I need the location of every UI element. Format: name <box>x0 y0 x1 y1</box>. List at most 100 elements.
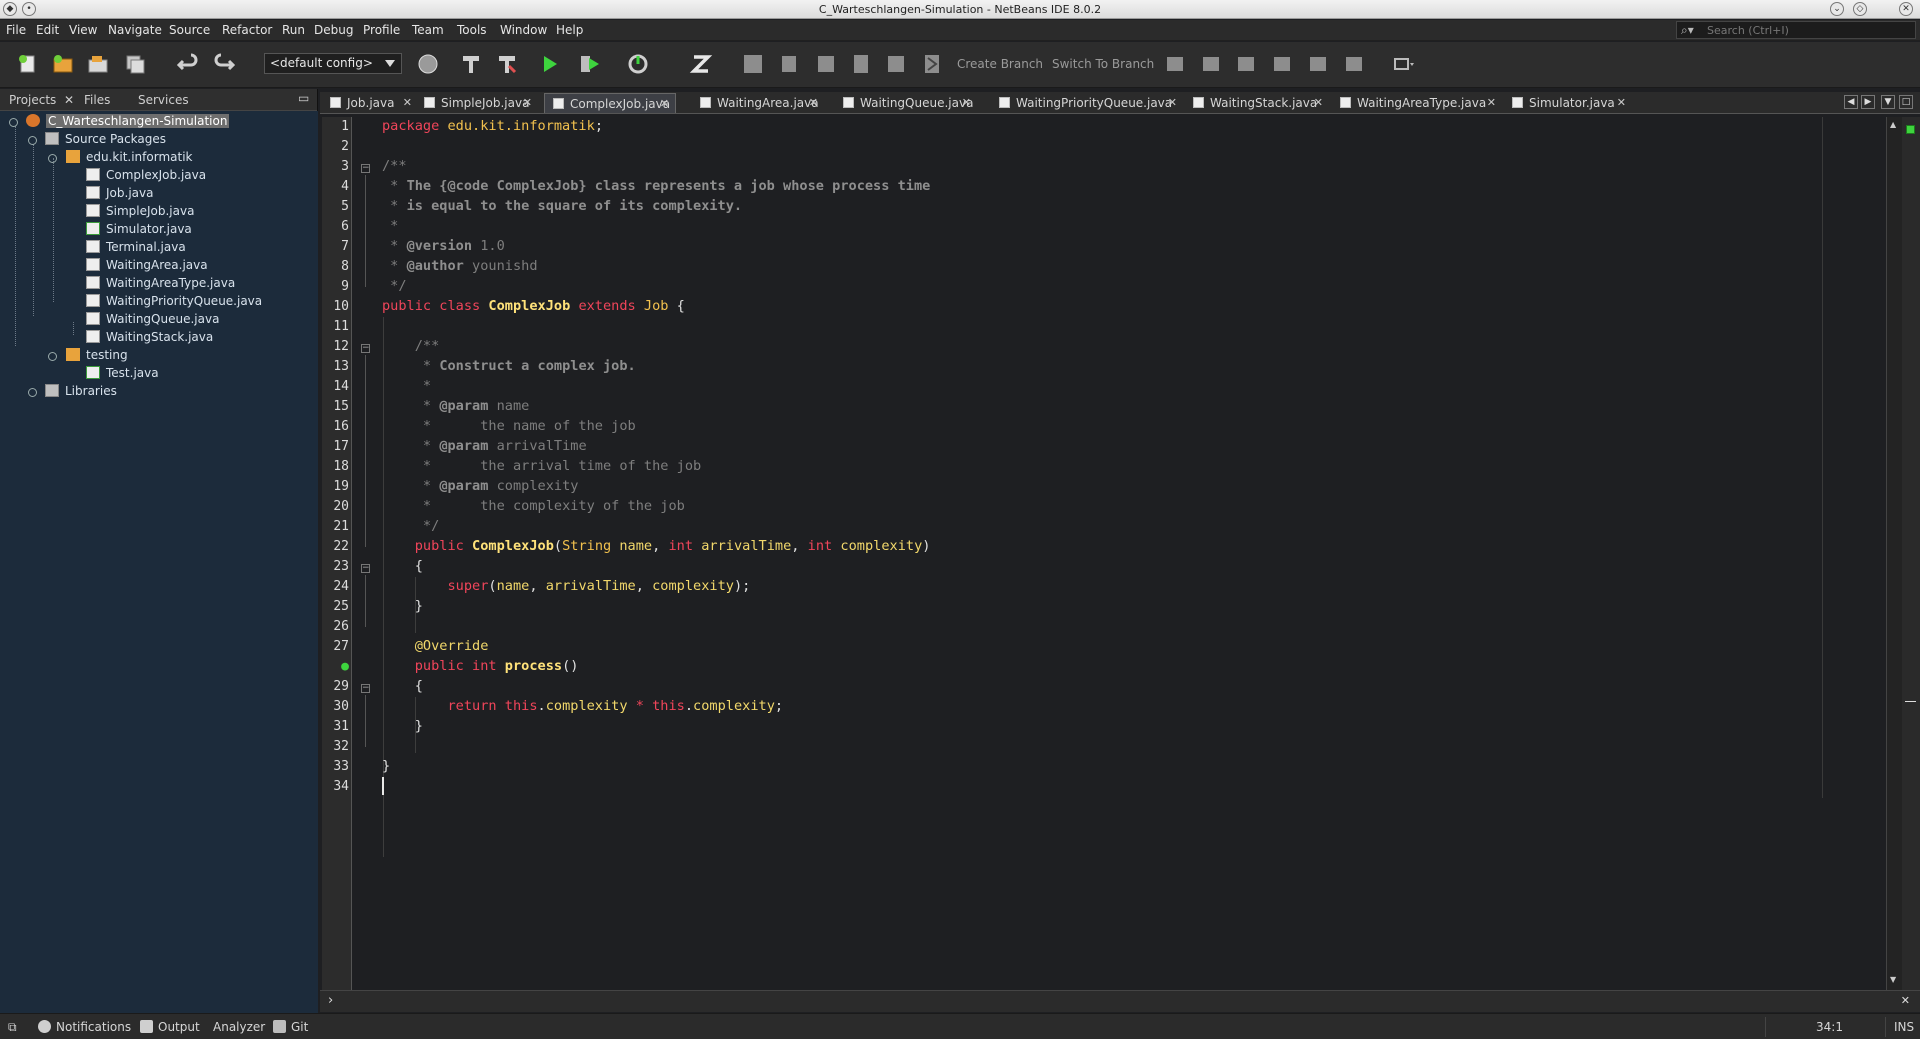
menu-file[interactable]: File <box>6 23 26 39</box>
maximize-editor-icon[interactable]: □ <box>1899 95 1913 109</box>
code-editor[interactable]: package edu.kit.informatik; /** * The {@… <box>374 117 1884 990</box>
menu-help[interactable]: Help <box>556 23 583 39</box>
menu-refactor[interactable]: Refactor <box>222 23 272 39</box>
new-project-icon[interactable] <box>51 52 75 76</box>
tree-file[interactable]: WaitingArea.java <box>86 258 208 276</box>
scroll-tabs-right-icon[interactable]: ▶ <box>1861 95 1875 109</box>
expander-source-packages[interactable] <box>28 136 37 145</box>
editor-tab[interactable]: WaitingArea.java ✕ <box>700 93 824 113</box>
tree-root-project[interactable]: C_Warteschlangen-Simulation <box>26 114 230 132</box>
tree-file[interactable]: WaitingPriorityQueue.java <box>86 294 262 312</box>
run-icon[interactable] <box>538 52 562 76</box>
tree-file[interactable]: Job.java <box>86 186 153 204</box>
analyzer-button[interactable]: Analyzer <box>213 1020 265 1034</box>
close-window-button[interactable]: ✕ <box>1899 2 1913 16</box>
git-branch-icon[interactable] <box>920 52 944 76</box>
expander-libraries[interactable] <box>28 388 37 397</box>
new-file-icon[interactable] <box>16 52 40 76</box>
undo-icon[interactable] <box>176 52 200 76</box>
vertical-scrollbar[interactable]: ▲ ▼ <box>1886 117 1902 990</box>
debug-icon[interactable] <box>578 52 602 76</box>
expander-package[interactable] <box>48 154 57 163</box>
close-tab-icon[interactable]: ✕ <box>1314 96 1323 109</box>
tree-libraries[interactable]: Libraries <box>45 384 117 402</box>
output-button[interactable]: Output <box>140 1020 200 1034</box>
close-tab-icon[interactable]: ✕ <box>809 96 818 109</box>
close-tab-icon[interactable]: ✕ <box>523 96 532 109</box>
scroll-tabs-left-icon[interactable]: ◀ <box>1844 95 1858 109</box>
clean-build-icon[interactable] <box>495 52 519 76</box>
menu-debug[interactable]: Debug <box>314 23 353 39</box>
git-reset-icon[interactable] <box>1342 52 1366 76</box>
tree-package-testing[interactable]: testing <box>66 348 128 366</box>
menu-run[interactable]: Run <box>282 23 305 39</box>
menu-navigate[interactable]: Navigate <box>108 23 162 39</box>
close-tab-icon[interactable]: ✕ <box>660 97 669 110</box>
build-hammer-icon[interactable] <box>459 52 483 76</box>
editor-tab-active[interactable]: ComplexJob.java ✕ <box>544 93 676 113</box>
menu-window[interactable]: Window <box>500 23 547 39</box>
menu-edit[interactable]: Edit <box>36 23 59 39</box>
browser-globe-icon[interactable] <box>416 52 440 76</box>
expander-root[interactable] <box>9 118 18 127</box>
tree-file[interactable]: WaitingQueue.java <box>86 312 219 330</box>
scroll-up-icon[interactable]: ▲ <box>1890 120 1896 129</box>
menu-view[interactable]: View <box>69 23 97 39</box>
close-output-icon[interactable]: ✕ <box>1901 994 1910 1007</box>
open-project-icon[interactable] <box>86 52 110 76</box>
switch-branch-button[interactable]: Switch To Branch <box>1052 57 1154 71</box>
screenshot-icon[interactable] <box>1392 52 1416 76</box>
close-tab-icon[interactable]: ✕ <box>403 96 412 109</box>
tree-package-informatik[interactable]: edu.kit.informatik <box>66 150 192 168</box>
editor-tab[interactable]: SimpleJob.java ✕ <box>424 93 538 113</box>
git-push-icon[interactable] <box>1199 52 1223 76</box>
close-tab-icon[interactable]: ✕ <box>1168 96 1177 109</box>
editor-tab[interactable]: Job.java ✕ <box>330 93 418 113</box>
tab-projects[interactable]: Projects <box>9 93 56 107</box>
git-merge-icon[interactable] <box>1163 52 1187 76</box>
minimize-panel-icon[interactable]: ▭ <box>298 91 309 105</box>
tab-list-icon[interactable]: ▼ <box>1881 95 1895 109</box>
git-pull-icon[interactable] <box>884 52 908 76</box>
tree-source-packages[interactable]: Source Packages <box>45 132 166 150</box>
fold-toggle-icon[interactable]: − <box>361 164 370 173</box>
editor-tab[interactable]: WaitingQueue.java ✕ <box>843 93 977 113</box>
notifications-button[interactable]: Notifications <box>38 1020 131 1034</box>
error-stripe[interactable] <box>1902 117 1920 990</box>
minimize-button[interactable]: ⌄ <box>1830 2 1844 16</box>
zend-icon[interactable] <box>689 52 713 76</box>
config-select[interactable]: <default config> <box>264 53 402 74</box>
git-stash-icon[interactable] <box>1270 52 1294 76</box>
git-remote-icon[interactable] <box>1306 52 1330 76</box>
tab-files[interactable]: Files <box>84 93 110 107</box>
editor-tab[interactable]: WaitingAreaType.java ✕ <box>1340 93 1502 113</box>
git-commit-icon[interactable] <box>741 52 765 76</box>
maximize-button[interactable]: ◇ <box>1853 2 1867 16</box>
git-fetch-icon[interactable] <box>849 52 873 76</box>
tab-services[interactable]: Services <box>138 93 189 107</box>
fold-toggle-icon[interactable]: − <box>361 344 370 353</box>
tree-file[interactable]: SimpleJob.java <box>86 204 194 222</box>
scroll-down-icon[interactable]: ▼ <box>1890 975 1896 984</box>
tree-file[interactable]: Terminal.java <box>86 240 186 258</box>
tree-file[interactable]: Test.java <box>86 366 159 384</box>
editor-tab[interactable]: Simulator.java ✕ <box>1512 93 1632 113</box>
create-branch-button[interactable]: Create Branch <box>957 57 1043 71</box>
save-all-icon[interactable] <box>123 52 147 76</box>
close-tab-icon[interactable]: ✕ <box>962 96 971 109</box>
override-marker-icon[interactable]: ● <box>322 659 349 674</box>
redo-icon[interactable] <box>212 52 236 76</box>
menu-profile[interactable]: Profile <box>363 23 400 39</box>
expander-testing[interactable] <box>48 352 57 361</box>
close-tab-icon[interactable]: ✕ <box>1617 96 1626 109</box>
fold-toggle-icon[interactable]: − <box>361 564 370 573</box>
search-input[interactable]: ⌕▾ Search (Ctrl+I) <box>1676 21 1916 39</box>
git-revert-icon[interactable] <box>814 52 838 76</box>
git-diff-icon[interactable] <box>777 52 801 76</box>
menu-source[interactable]: Source <box>169 23 210 39</box>
menu-team[interactable]: Team <box>412 23 444 39</box>
restore-windows-icon[interactable]: ⧉ <box>8 1020 17 1035</box>
menu-tools[interactable]: Tools <box>457 23 487 39</box>
tree-file[interactable]: Simulator.java <box>86 222 192 240</box>
git-tag-icon[interactable] <box>1234 52 1258 76</box>
